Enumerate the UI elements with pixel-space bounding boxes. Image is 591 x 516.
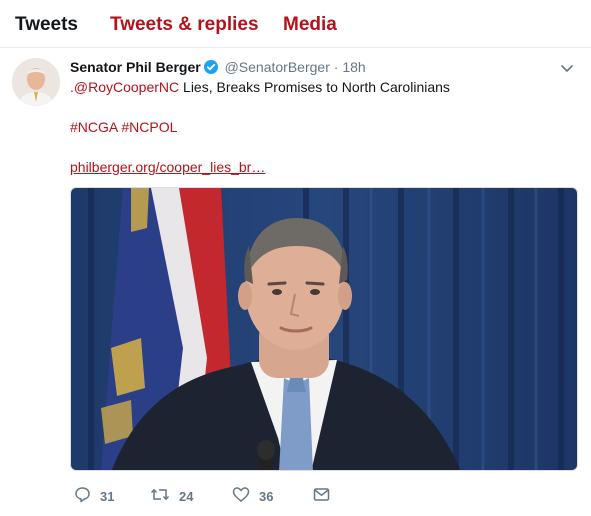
author-name[interactable]: Senator Phil Berger bbox=[70, 59, 201, 75]
article-link[interactable]: philberger.org/cooper_lies_br… bbox=[70, 158, 265, 176]
tweet-photo[interactable] bbox=[70, 187, 578, 471]
tab-tweets[interactable]: Tweets bbox=[15, 14, 78, 36]
mention-link[interactable]: .@RoyCooperNC bbox=[70, 79, 179, 95]
verified-badge-icon bbox=[203, 60, 218, 78]
retweet-count: 24 bbox=[179, 488, 194, 504]
avatar-portrait-icon bbox=[12, 58, 60, 106]
reply-icon bbox=[74, 486, 91, 506]
tab-tweets-and-replies[interactable]: Tweets & replies bbox=[110, 14, 259, 36]
separator-dot: · bbox=[333, 59, 339, 75]
tweet-timestamp[interactable]: 18h bbox=[342, 59, 365, 75]
heart-icon bbox=[232, 486, 250, 506]
retweet-button[interactable]: 24 bbox=[150, 486, 193, 506]
tweet-text-line: .@RoyCooperNC Lies, Breaks Promises to N… bbox=[70, 78, 450, 96]
reply-count: 31 bbox=[100, 488, 115, 504]
reply-button[interactable]: 31 bbox=[74, 486, 114, 506]
avatar[interactable] bbox=[12, 58, 60, 106]
tweet-card[interactable]: Senator Phil Berger @SenatorBerger · 18h… bbox=[0, 48, 591, 516]
press-conference-photo bbox=[71, 188, 577, 470]
tab-media[interactable]: Media bbox=[283, 14, 337, 36]
tweet-headline: Lies, Breaks Promises to North Carolinia… bbox=[179, 79, 450, 95]
tweet-actions: 31 24 36 bbox=[70, 486, 570, 506]
chevron-down-icon[interactable] bbox=[559, 62, 575, 76]
direct-message-button[interactable] bbox=[313, 486, 330, 506]
profile-tabs: Tweets Tweets & replies Media bbox=[0, 0, 591, 48]
retweet-icon bbox=[150, 486, 170, 506]
tweet-header: Senator Phil Berger @SenatorBerger · 18h bbox=[70, 58, 366, 76]
author-handle[interactable]: @SenatorBerger bbox=[225, 59, 330, 75]
like-count: 36 bbox=[259, 488, 274, 504]
like-button[interactable]: 36 bbox=[232, 486, 273, 506]
hashtags[interactable]: #NCGA #NCPOL bbox=[70, 118, 177, 136]
envelope-icon bbox=[313, 487, 330, 505]
